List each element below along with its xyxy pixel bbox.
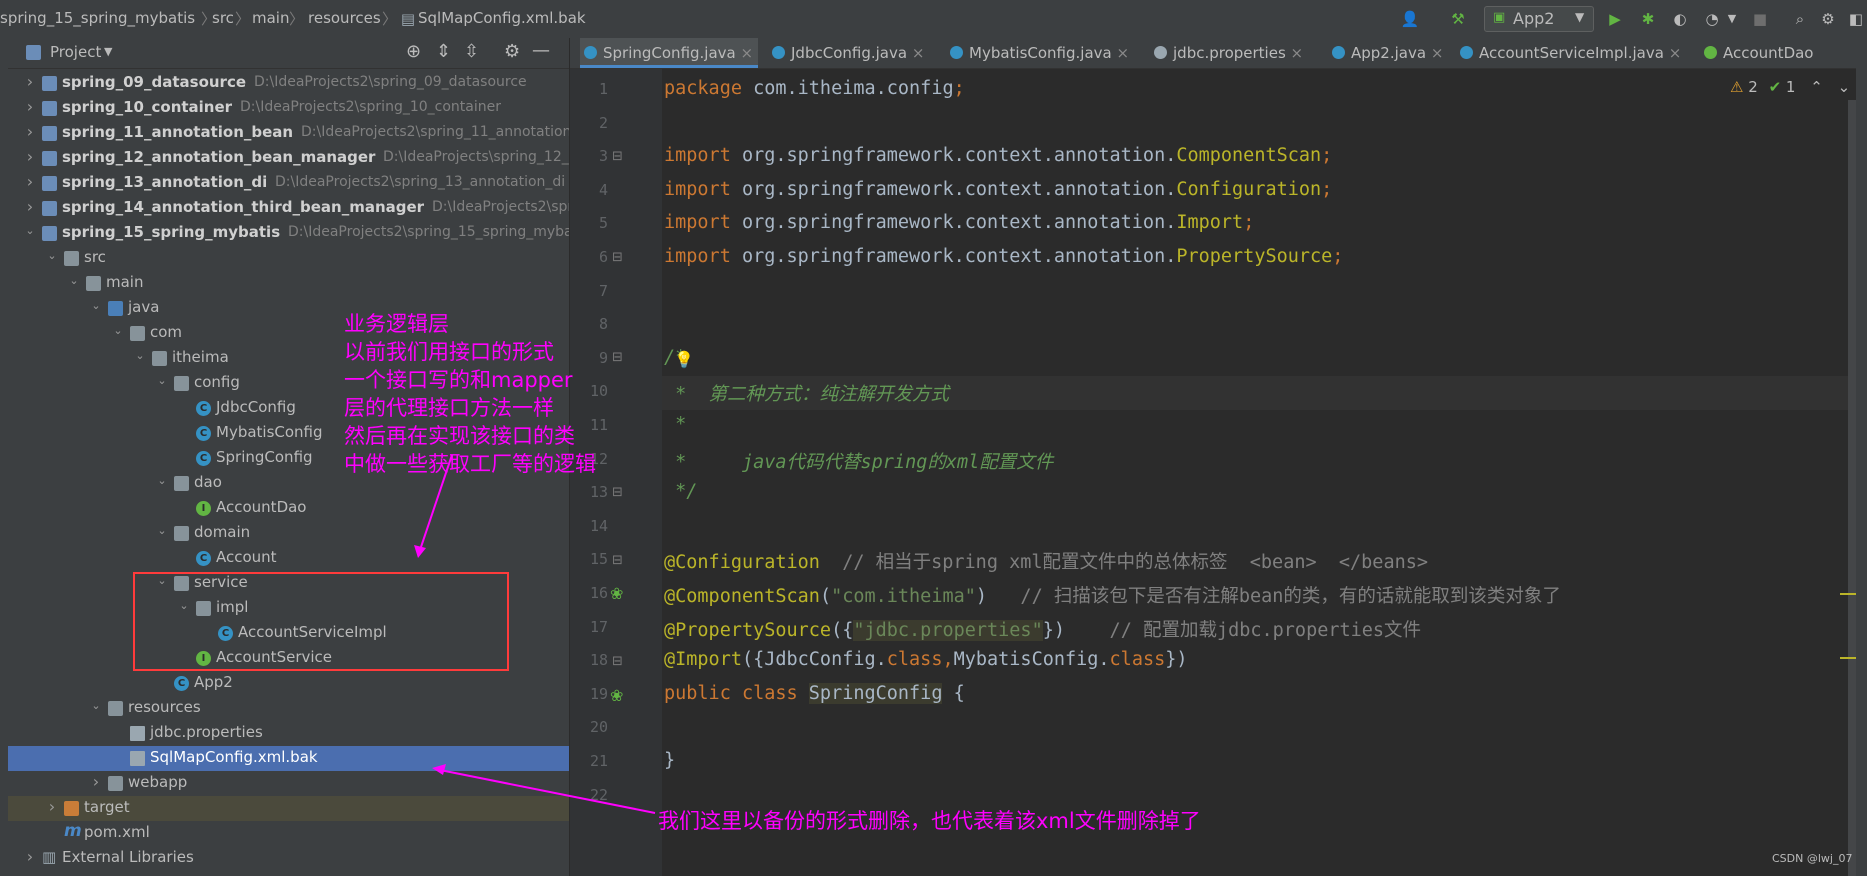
annotation-note-bottom: 我们这里以备份的形式删除，也代表着该xml文件删除掉了 [658,809,1201,833]
annotation-line: 中做一些获取工厂等的逻辑 [344,452,596,476]
annotation-line: 业务逻辑层 [344,312,449,336]
annotation-line: 一个接口写的和mapper [344,368,573,392]
watermark: CSDN @lwj_07 [1772,852,1853,865]
arrow-line [439,769,656,814]
annotation-line: 以前我们用接口的形式 [344,340,554,364]
annotation-line: 然后再在实现该接口的类 [344,424,575,448]
annotation-arrows [414,454,656,814]
annotation-note-top: 业务逻辑层 以前我们用接口的形式 一个接口写的和mapper 层的代理接口方法一… [344,310,596,478]
arrow-head-icon [432,764,446,775]
arrow-head-icon [414,545,426,558]
annotation-line: 层的代理接口方法一样 [344,396,554,420]
